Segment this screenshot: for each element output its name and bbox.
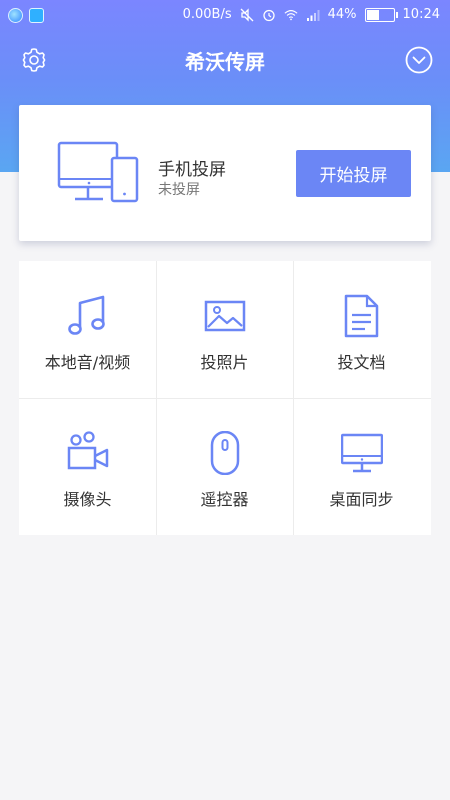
feature-remote[interactable]: 遥控器 — [156, 398, 293, 535]
music-note-icon — [68, 295, 105, 335]
page-title: 希沃传屏 — [185, 50, 265, 74]
chevron-down-circle-icon[interactable] — [404, 45, 434, 75]
feature-label: 桌面同步 — [329, 490, 394, 509]
camera-icon — [67, 431, 109, 470]
feature-label: 投文档 — [337, 353, 386, 372]
start-mirroring-button[interactable]: 开始投屏 — [296, 150, 411, 197]
net-speed: 0.00B/s — [182, 7, 232, 22]
feature-label: 本地音/视频 — [44, 353, 131, 372]
app-notification-icon — [8, 8, 23, 23]
feature-desktop-sync[interactable]: 桌面同步 — [293, 398, 430, 535]
feature-photos[interactable]: 投照片 — [156, 261, 293, 398]
alarm-app-icon — [29, 8, 44, 23]
feature-label: 摄像头 — [63, 490, 112, 509]
screen-mirror-card: 手机投屏 未投屏 开始投屏 — [19, 105, 431, 241]
wifi-icon — [284, 9, 298, 20]
feature-local-media[interactable]: 本地音/视频 — [19, 261, 156, 398]
feature-camera[interactable]: 摄像头 — [19, 398, 156, 535]
signal-icon — [306, 9, 320, 21]
feature-label: 遥控器 — [200, 490, 249, 509]
devices-icon — [57, 141, 139, 203]
title-bar: 希沃传屏 — [0, 40, 450, 80]
clock-time: 10:24 — [402, 7, 440, 22]
battery-icon — [364, 7, 398, 22]
feature-grid: 本地音/视频 投照片 投文档 摄像头 遥控器 桌面同步 — [19, 261, 431, 535]
document-icon — [344, 294, 379, 338]
status-bar: 0.00B/s 44% 10:24 — [0, 0, 450, 33]
remote-icon — [210, 431, 240, 475]
mirror-title: 手机投屏 — [158, 160, 226, 180]
monitor-icon — [341, 433, 383, 473]
mirror-status: 未投屏 — [158, 182, 200, 198]
alarm-clock-icon — [262, 9, 275, 21]
feature-documents[interactable]: 投文档 — [293, 261, 430, 398]
mute-icon — [240, 7, 254, 22]
battery-percent: 44% — [327, 7, 357, 22]
feature-label: 投照片 — [200, 353, 249, 372]
battery-level-fill — [366, 9, 379, 20]
image-icon — [204, 300, 246, 332]
